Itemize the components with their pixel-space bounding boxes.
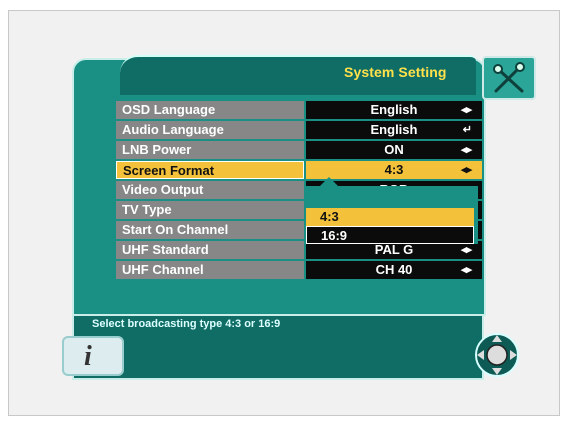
info-glyph: i — [84, 341, 92, 372]
menu-label: OSD Language — [116, 101, 304, 119]
menu-label: Start On Channel — [116, 221, 304, 239]
menu-row-screen-format[interactable]: Screen Format 4:3 ◂▸ — [116, 161, 482, 181]
menu-row-uhf-channel[interactable]: UHF Channel CH 40 ◂▸ — [116, 261, 482, 281]
menu-label: TV Type — [116, 201, 304, 219]
menu-label: UHF Standard — [116, 241, 304, 259]
dropdown-option-4-3[interactable]: 4:3 — [306, 208, 474, 226]
menu-row-uhf-standard[interactable]: UHF Standard PAL G ◂▸ — [116, 241, 482, 261]
left-right-arrows-icon: ◂▸ — [460, 144, 472, 156]
menu-value[interactable]: CH 40 ◂▸ — [306, 261, 482, 279]
menu-value[interactable]: English ↵ — [306, 121, 482, 139]
menu-label: Video Output — [116, 181, 304, 199]
menu-row-osd-language[interactable]: OSD Language English ◂▸ — [116, 101, 482, 121]
menu-row-lnb-power[interactable]: LNB Power ON ◂▸ — [116, 141, 482, 161]
enter-icon: ↵ — [462, 124, 472, 136]
menu-row-audio-language[interactable]: Audio Language English ↵ — [116, 121, 482, 141]
left-right-arrows-icon: ◂▸ — [460, 164, 472, 176]
left-right-arrows-icon: ◂▸ — [460, 264, 472, 276]
left-right-arrows-icon: ◂▸ — [460, 104, 472, 116]
ok-list-navpad-icon — [474, 332, 520, 378]
menu-label: Screen Format — [116, 161, 304, 179]
menu-value[interactable]: English ◂▸ — [306, 101, 482, 119]
menu-label: UHF Channel — [116, 261, 304, 279]
tools-icon — [482, 56, 536, 100]
dropdown-option-16-9[interactable]: 16:9 — [306, 226, 474, 244]
menu-label: Audio Language — [116, 121, 304, 139]
menu-label: LNB Power — [116, 141, 304, 159]
info-icon: i — [62, 336, 124, 376]
menu-value[interactable]: ON ◂▸ — [306, 141, 482, 159]
screen-format-dropdown: 4:3 16:9 — [306, 177, 478, 244]
hint-text: Select broadcasting type 4:3 or 16:9 — [92, 318, 281, 330]
page-title: System Setting — [344, 64, 447, 80]
dropdown-pointer — [320, 177, 338, 186]
